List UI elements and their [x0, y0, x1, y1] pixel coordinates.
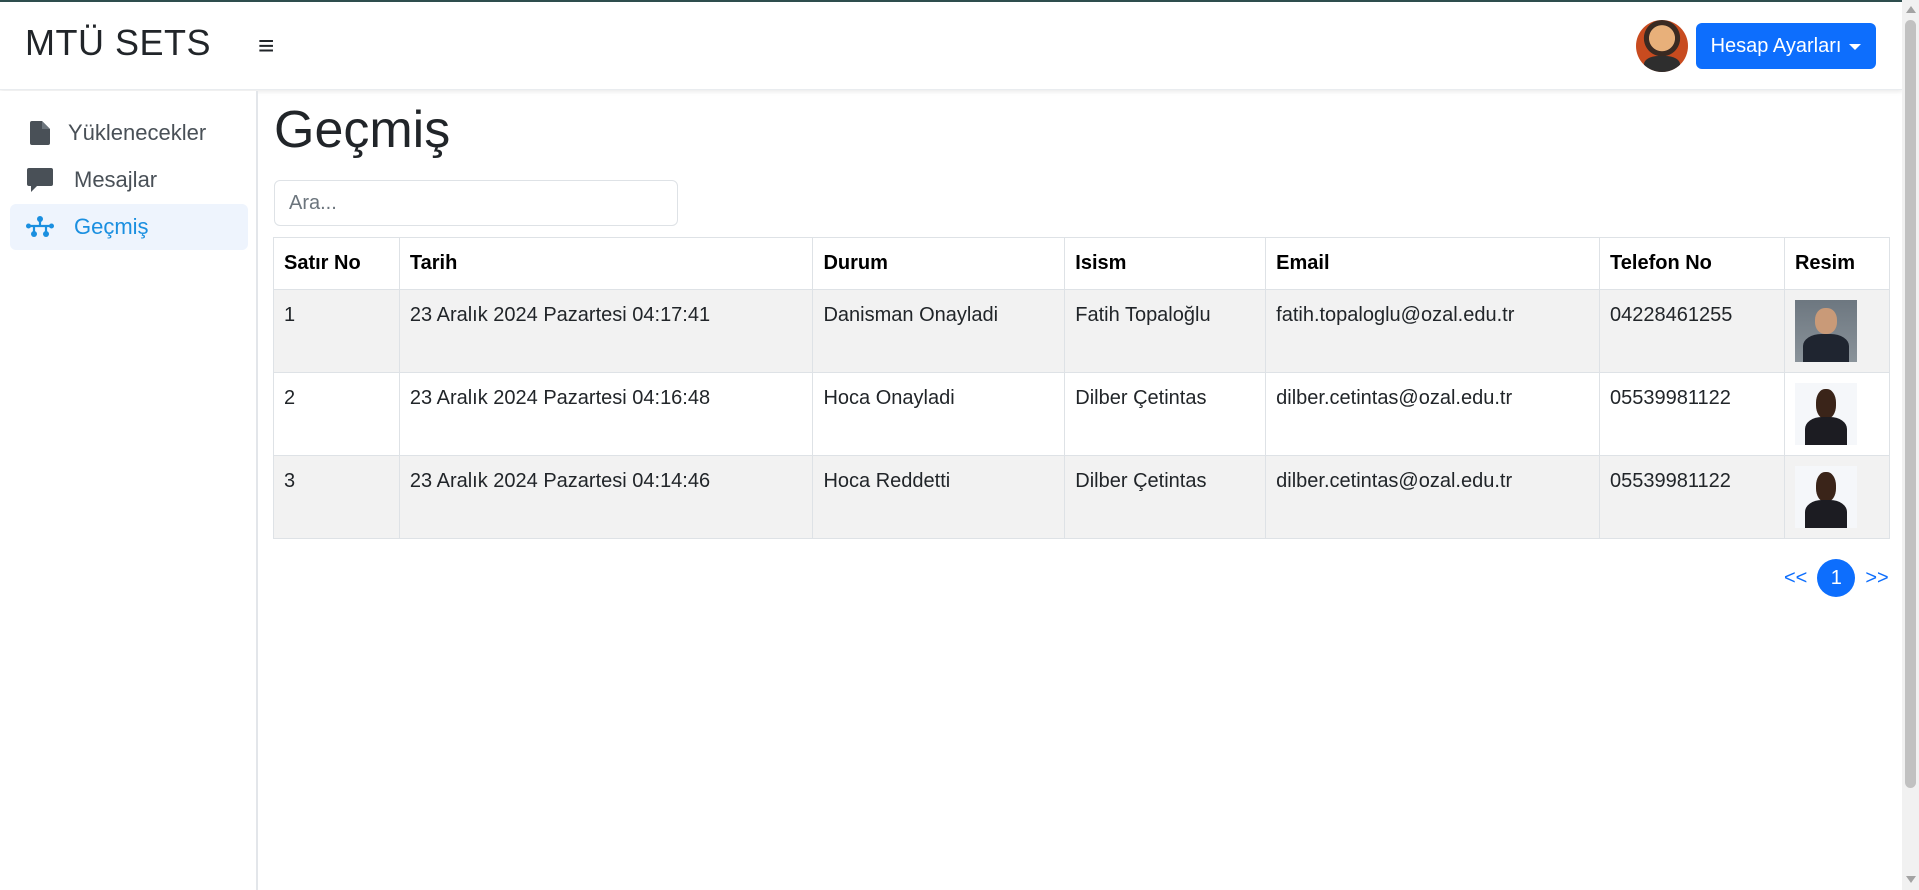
row-photo-cell [1783, 455, 1891, 539]
account-settings-button[interactable]: Hesap Ayarları [1696, 23, 1876, 69]
top-navbar: MTÜ SETS ≡ Hesap Ayarları [0, 2, 1902, 90]
message-icon [26, 166, 54, 194]
brand-title[interactable]: MTÜ SETS [25, 22, 211, 64]
sidebar: Yüklenecekler Mesajlar Geçmiş [0, 91, 258, 890]
user-avatar[interactable] [1636, 20, 1688, 72]
search-input[interactable] [274, 180, 678, 226]
row-number: 1 [273, 289, 400, 373]
table-header-row: Satır No Tarih Durum Isism Email Telefon… [273, 237, 1891, 290]
row-photo-cell [1783, 372, 1891, 456]
sidebar-item-label: Mesajlar [74, 167, 158, 192]
hamburger-icon[interactable]: ≡ [258, 30, 274, 62]
column-header[interactable]: Isism [1064, 237, 1267, 290]
column-header[interactable]: Durum [812, 237, 1066, 290]
column-header[interactable]: Telefon No [1599, 237, 1785, 290]
row-status: Hoca Reddetti [812, 455, 1066, 539]
sidebar-item-label: Geçmiş [74, 214, 149, 239]
row-number: 2 [273, 372, 400, 456]
table-row[interactable]: 1 23 Aralık 2024 Pazartesi 04:17:41 Dani… [273, 289, 1891, 373]
row-email: dilber.cetintas@ozal.edu.tr [1265, 455, 1601, 539]
pagination: << 1 >> [1784, 558, 1889, 598]
column-header[interactable]: Email [1265, 237, 1601, 290]
row-date: 23 Aralık 2024 Pazartesi 04:17:41 [398, 289, 814, 373]
row-phone: 04228461255 [1599, 289, 1785, 373]
row-name: Fatih Topaloğlu [1064, 289, 1267, 373]
page-title: Geçmiş [274, 101, 451, 159]
pagination-current-page[interactable]: 1 [1817, 559, 1856, 597]
row-date: 23 Aralık 2024 Pazartesi 04:16:48 [398, 372, 814, 456]
history-table: Satır No Tarih Durum Isism Email Telefon… [273, 237, 1891, 539]
sidebar-item-mesajlar[interactable]: Mesajlar [10, 157, 248, 203]
row-photo-cell [1783, 289, 1891, 373]
row-name: Dilber Çetintas [1064, 455, 1267, 539]
column-header[interactable]: Satır No [273, 237, 400, 290]
row-email: dilber.cetintas@ozal.edu.tr [1265, 372, 1601, 456]
row-phone: 05539981122 [1599, 372, 1785, 456]
pagination-prev[interactable]: << [1784, 567, 1807, 590]
column-header[interactable]: Tarih [398, 237, 814, 290]
table-row[interactable]: 3 23 Aralık 2024 Pazartesi 04:14:46 Hoca… [273, 455, 1891, 539]
sidebar-item-label: Yüklenecekler [68, 120, 207, 145]
row-name: Dilber Çetintas [1064, 372, 1267, 456]
scroll-up-arrow-icon[interactable] [1906, 6, 1916, 13]
row-email: fatih.topaloglu@ozal.edu.tr [1265, 289, 1601, 373]
table-row[interactable]: 2 23 Aralık 2024 Pazartesi 04:16:48 Hoca… [273, 372, 1891, 456]
profile-photo[interactable] [1794, 383, 1857, 445]
pagination-next[interactable]: >> [1865, 567, 1888, 590]
row-status: Hoca Onayladi [812, 372, 1066, 456]
row-date: 23 Aralık 2024 Pazartesi 04:14:46 [398, 455, 814, 539]
file-icon [26, 119, 54, 147]
caret-down-icon [1849, 44, 1862, 50]
row-number: 3 [273, 455, 400, 539]
scrollbar-thumb[interactable] [1905, 20, 1916, 788]
profile-photo[interactable] [1794, 466, 1857, 528]
vertical-scrollbar[interactable] [1902, 0, 1919, 890]
row-phone: 05539981122 [1599, 455, 1785, 539]
sidebar-item-gecmis[interactable]: Geçmiş [10, 204, 248, 250]
scroll-down-arrow-icon[interactable] [1906, 876, 1916, 883]
account-settings-label: Hesap Ayarları [1710, 34, 1842, 57]
sidebar-item-yuklenecekler[interactable]: Yüklenecekler [10, 110, 248, 156]
history-network-icon [26, 213, 54, 241]
profile-photo[interactable] [1794, 300, 1857, 362]
column-header[interactable]: Resim [1783, 237, 1891, 290]
row-status: Danisman Onayladi [812, 289, 1066, 373]
